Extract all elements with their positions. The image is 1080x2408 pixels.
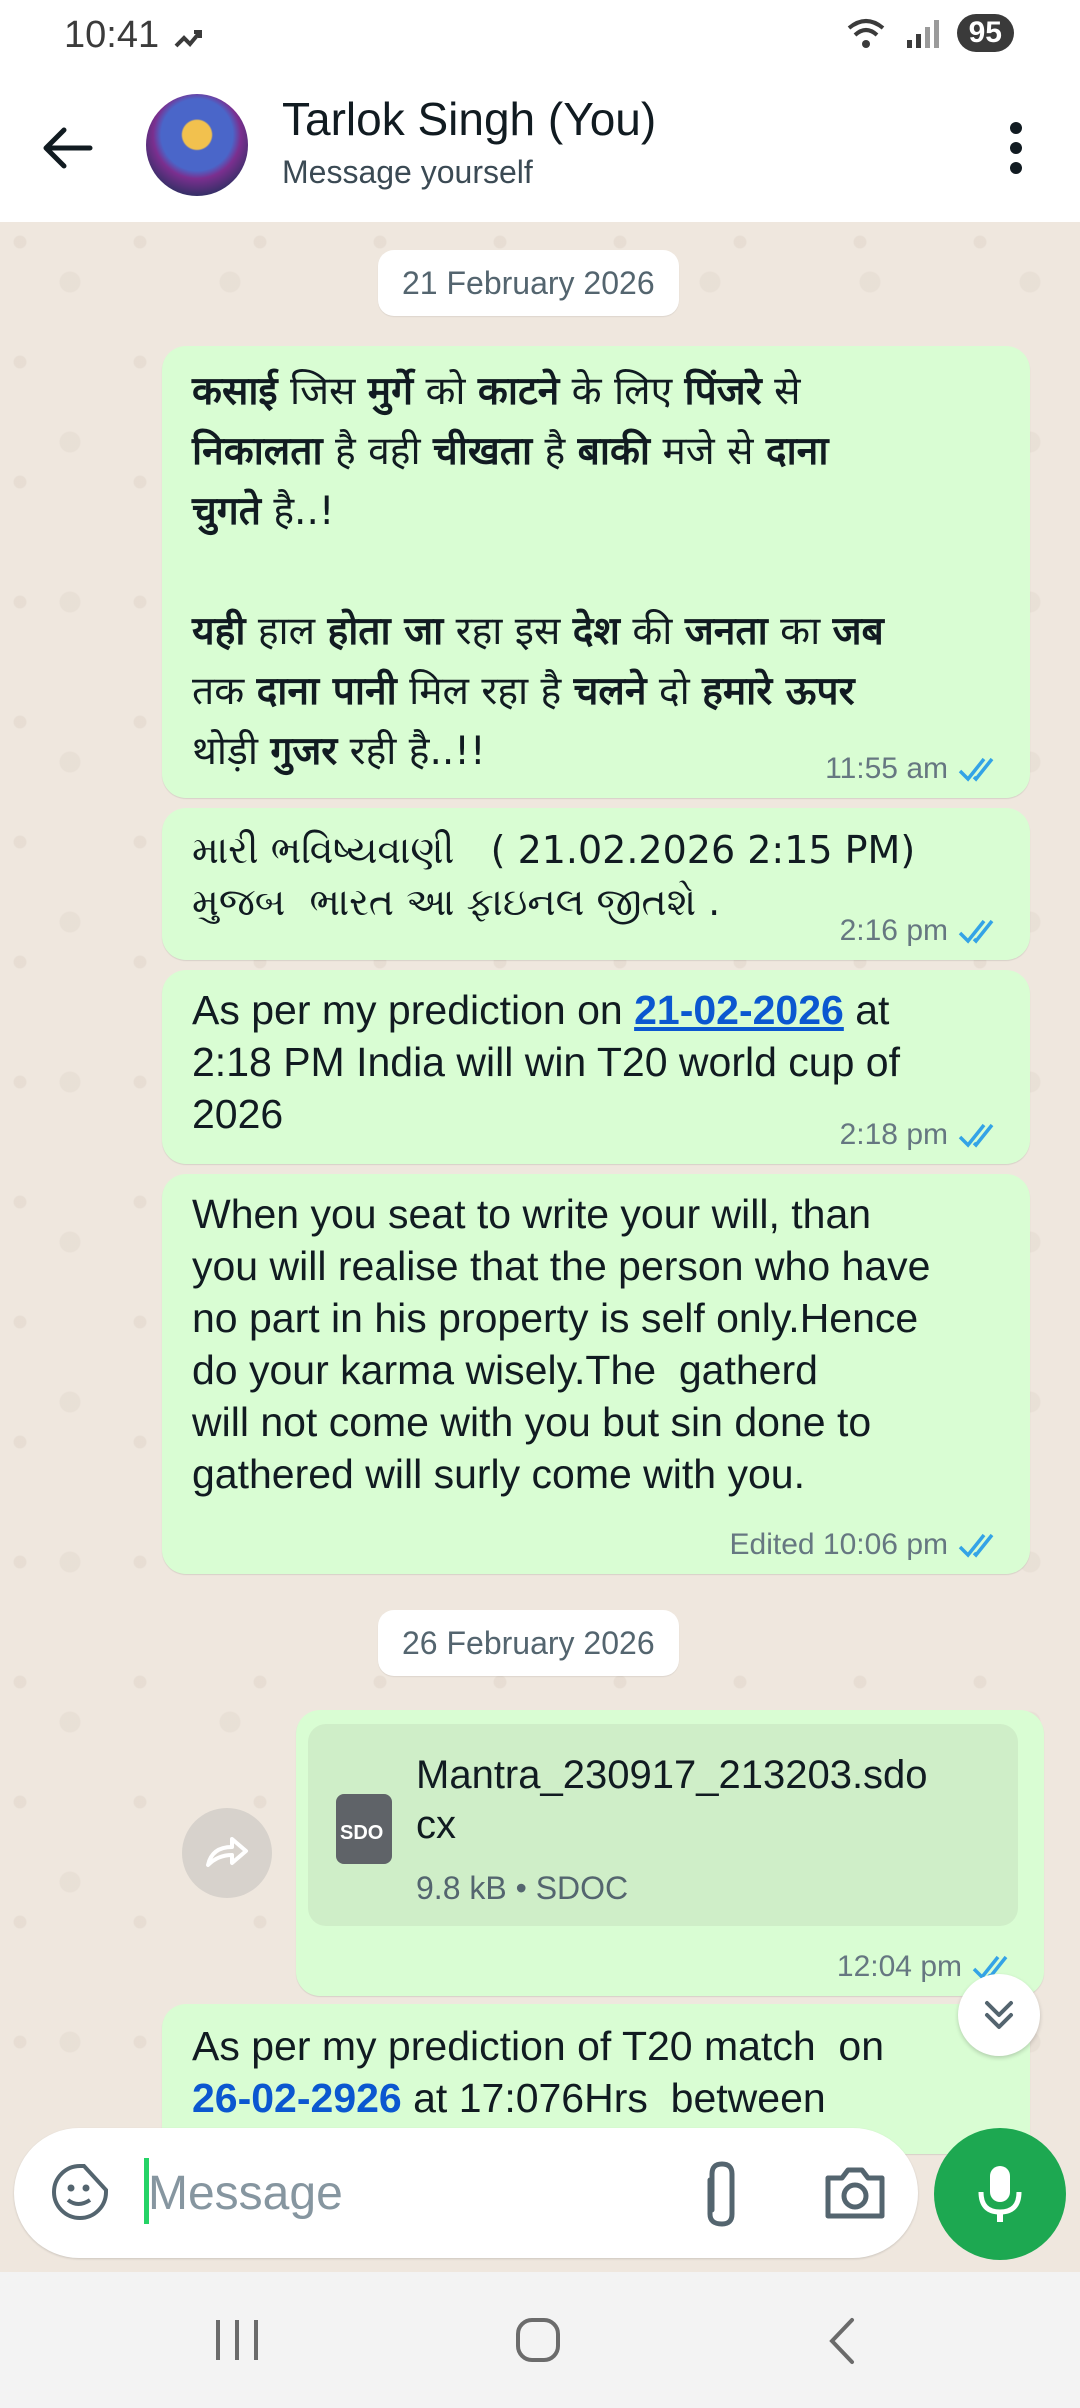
- kebab-menu-icon[interactable]: [996, 116, 1036, 180]
- message-text: कसाई जिस मुर्गे को काटने के लिए पिंजरे स…: [192, 369, 884, 774]
- message-time: 12:04 pm: [836, 1950, 962, 1983]
- nav-back-icon[interactable]: [822, 2316, 862, 2366]
- message-time: Edited 10:06 pm: [729, 1528, 948, 1561]
- double-check-icon: [958, 757, 994, 782]
- message-meta: 2:16 pm: [840, 914, 1006, 948]
- message-bubble[interactable]: મારી ભવિષ્યવાણી ( 21.02.2026 2:15 PM) મુ…: [162, 808, 1030, 960]
- double-check-icon: [958, 919, 994, 944]
- message-meta: Edited 10:06 pm: [730, 1528, 1006, 1562]
- wifi-icon: [847, 19, 884, 48]
- message-bubble[interactable]: When you seat to write your will, than y…: [162, 1174, 1030, 1574]
- camera-icon[interactable]: [822, 2162, 888, 2222]
- message-text: મારી ભવિષ્યવાણી ( 21.02.2026 2:15 PM) મુ…: [192, 828, 916, 924]
- document-file-icon: SDO: [336, 1794, 392, 1864]
- chat-subtitle: Message yourself: [282, 154, 533, 190]
- activity-icon: [174, 30, 202, 48]
- message-text: As per my prediction on 21-02-2026 at 2:…: [192, 987, 900, 1137]
- arrow-left-icon[interactable]: [36, 116, 100, 180]
- document-card[interactable]: SDO Mantra_230917_213203.sdo cx 9.8 kB •…: [308, 1724, 1018, 1926]
- message-time: 2:16 pm: [839, 914, 948, 947]
- status-bar: 10:41 95: [0, 0, 1080, 72]
- double-check-icon: [958, 1123, 994, 1148]
- mic-icon: [978, 2166, 1022, 2222]
- chat-header: Tarlok Singh (You) Message yourself: [0, 72, 1080, 223]
- double-check-icon: [958, 1533, 994, 1558]
- message-bubble[interactable]: As per my prediction on 21-02-2026 at 2:…: [162, 970, 1030, 1164]
- message-input[interactable]: [146, 2156, 670, 2230]
- status-icons: 95: [845, 14, 1014, 52]
- home-icon[interactable]: [514, 2316, 562, 2364]
- sticker-icon[interactable]: [48, 2160, 112, 2224]
- voice-record-button[interactable]: [934, 2128, 1066, 2260]
- message-text: As per my prediction of T20 match on 26-…: [192, 2023, 885, 2121]
- status-time: 10:41: [64, 14, 160, 56]
- date-chip: 26 February 2026: [378, 1610, 679, 1676]
- message-text: When you seat to write your will, than y…: [192, 1191, 931, 1497]
- forward-icon: [206, 1837, 248, 1867]
- forward-button[interactable]: [182, 1808, 272, 1898]
- scroll-to-bottom-button[interactable]: [958, 1974, 1040, 2056]
- message-bubble[interactable]: कसाई जिस मुर्गे को काटने के लिए पिंजरे स…: [162, 346, 1030, 798]
- recents-icon[interactable]: [212, 2318, 262, 2362]
- avatar[interactable]: [146, 94, 248, 196]
- paperclip-icon[interactable]: [690, 2158, 754, 2228]
- battery-indicator: 95: [956, 14, 1014, 52]
- message-composer: [14, 2128, 918, 2258]
- date-chip: 21 February 2026: [378, 250, 679, 316]
- double-chevron-down-icon: [985, 2001, 1013, 2029]
- message-meta: 2:18 pm: [840, 1118, 1006, 1152]
- message-meta: 11:55 am: [825, 752, 1006, 786]
- date-link[interactable]: 21-02-2026: [634, 987, 844, 1033]
- document-name: Mantra_230917_213203.sdo cx: [416, 1753, 928, 1847]
- chat-title[interactable]: Tarlok Singh (You): [282, 92, 656, 146]
- document-meta: 9.8 kB • SDOC: [416, 1870, 629, 1906]
- message-time: 11:55 am: [825, 752, 948, 785]
- date-link[interactable]: 26-02-2926: [192, 2075, 402, 2121]
- signal-icon: [906, 20, 939, 48]
- message-time: 2:18 pm: [839, 1118, 948, 1151]
- system-nav-bar: [0, 2272, 1080, 2408]
